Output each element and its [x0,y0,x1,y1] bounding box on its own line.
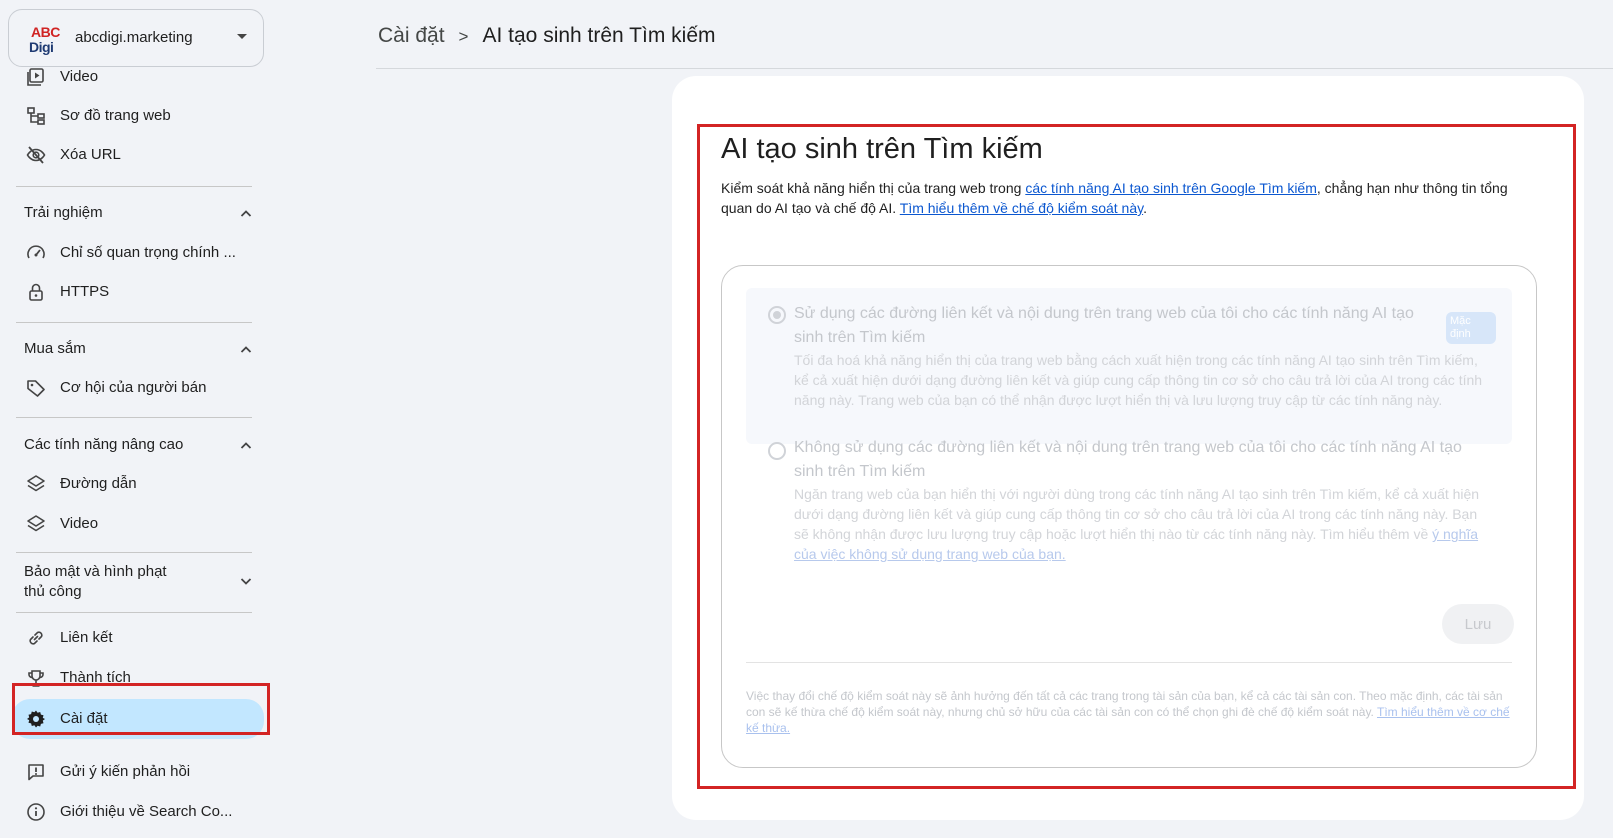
chevron-down-icon[interactable] [240,575,252,587]
sidebar-item-video[interactable]: Video [12,59,264,95]
radio-button-selected[interactable] [768,306,786,324]
sidebar-item-label: Video [60,515,99,532]
breadcrumb-current: AI tạo sinh trên Tìm kiếm [482,24,716,47]
sidebar-item-feedback[interactable]: Gửi ý kiến phản hồi [12,754,264,790]
sidebar-item-label: Thành tích [60,669,131,686]
default-badge: Mặc định [1446,312,1496,344]
section-header-experience[interactable]: Trải nghiệm [24,204,264,221]
chevron-up-icon [240,346,252,353]
sidebar-item-label: Cơ hội của người bán [60,379,207,396]
sidebar-item-https[interactable]: HTTPS [12,274,264,310]
sidebar-item-label: Sơ đồ trang web [60,107,171,124]
sitemap-icon [27,107,45,125]
learn-more-link[interactable]: Tìm hiểu thêm về chế độ kiểm soát này [900,200,1143,216]
sidebar-divider [16,552,252,553]
sidebar-item-label: Đường dẫn [60,475,137,492]
page-title: AI tạo sinh trên Tìm kiếm [721,133,1043,165]
sidebar-item-settings[interactable]: Cài đặt [12,699,264,739]
tag-icon [27,380,45,397]
ai-features-link[interactable]: các tính năng AI tạo sinh trên Google Tì… [1025,180,1317,196]
sidebar-item-label: Giới thiệu về Search Co... [60,803,233,820]
sidebar-item-links[interactable]: Liên kết [12,620,264,656]
breadcrumb-parent[interactable]: Cài đặt [378,24,445,47]
eye-off-icon [26,146,46,164]
layers-icon [27,475,45,492]
video-library-icon [27,68,44,86]
option-title: Sử dụng các đường liên kết và nội dung t… [794,305,1414,346]
section-header-advanced[interactable]: Các tính năng nâng cao [24,436,264,453]
sidebar-item-label: Liên kết [60,629,113,646]
radio-button[interactable] [768,442,786,460]
sidebar-item-label: HTTPS [60,283,110,300]
sidebar-divider [16,322,252,323]
sidebar: ABC Digi abcdigi.marketing Video Sơ đồ t… [0,0,280,838]
page-description: Kiểm soát khả năng hiển thị của trang we… [721,180,1508,216]
breadcrumb: Cài đặt > AI tạo sinh trên Tìm kiếm [378,24,716,48]
sidebar-divider [16,417,252,418]
breadcrumb-separator: > [458,27,469,46]
trophy-icon [28,670,44,687]
gear-icon [27,710,45,728]
section-header-shopping[interactable]: Mua sắm [24,340,264,357]
sidebar-item-sitemap[interactable]: Sơ đồ trang web [12,98,264,134]
option-description: Tối đa hoá khả năng hiển thị của trang w… [794,352,1483,408]
options-box: Sử dụng các đường liên kết và nội dung t… [721,265,1537,768]
option-description: Ngăn trang web của bạn hiển thị với ngườ… [794,486,1480,562]
sidebar-item-breadcrumbs[interactable]: Đường dẫn [12,466,264,502]
option-do-not-use-content[interactable]: Không sử dụng các đường liên kết và nội … [746,428,1512,578]
header-divider [376,68,1613,69]
sidebar-item-label: Cài đặt [60,710,108,727]
sidebar-item-label: Chỉ số quan trọng chính ... [60,244,236,261]
chevron-up-icon [240,442,252,449]
sidebar-item-achievements[interactable]: Thành tích [12,660,264,696]
layers-icon [27,515,45,532]
sidebar-item-merchant-opportunities[interactable]: Cơ hội của người bán [12,370,264,406]
section-header-security[interactable]: Bảo mật và hình phạt thủ công [24,562,174,602]
link-icon [29,631,43,645]
sidebar-item-label: Gửi ý kiến phản hồi [60,763,191,780]
lock-icon [29,283,43,301]
sidebar-divider [16,612,252,613]
abc-digi-logo: ABC Digi [29,24,60,55]
speedometer-icon [27,245,45,259]
sidebar-item-label: Xóa URL [60,146,121,163]
sidebar-item-about[interactable]: Giới thiệu về Search Co... [12,794,264,830]
sidebar-divider [16,186,252,187]
dropdown-caret-icon[interactable] [237,34,247,39]
info-icon [27,803,45,821]
sidebar-item-video-advanced[interactable]: Video [12,506,264,542]
option-title: Không sử dụng các đường liên kết và nội … [794,439,1462,480]
inheritance-note: Việc thay đổi chế độ kiểm soát này sẽ ản… [746,689,1510,735]
box-divider [746,662,1512,663]
sidebar-item-remove-url[interactable]: Xóa URL [12,137,264,173]
property-name: abcdigi.marketing [75,29,193,46]
sidebar-item-label: Video [60,68,99,85]
option-use-content[interactable]: Sử dụng các đường liên kết và nội dung t… [746,288,1512,444]
save-button[interactable]: Lưu [1442,604,1514,644]
feedback-icon [28,764,44,781]
chevron-up-icon [240,210,252,217]
sidebar-item-core-web-vitals[interactable]: Chỉ số quan trọng chính ... [12,235,264,271]
